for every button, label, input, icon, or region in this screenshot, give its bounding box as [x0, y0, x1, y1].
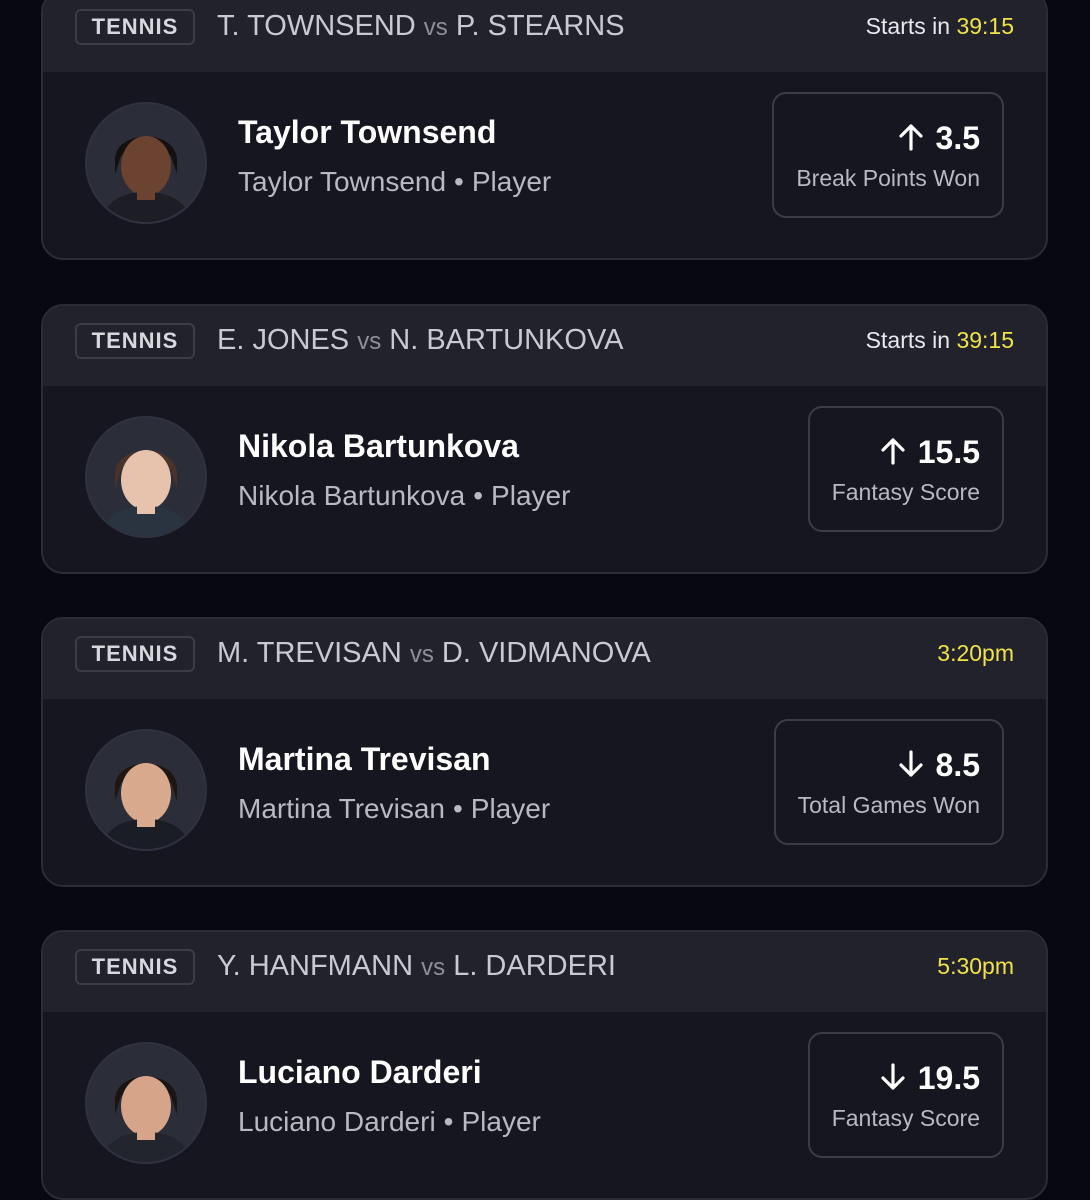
projection-line: 3.5 — [796, 118, 980, 161]
matchup: E. JONES vs N. BARTUNKOVA — [217, 320, 623, 360]
line-value: 3.5 — [935, 120, 980, 156]
stat-type: Break Points Won — [796, 164, 980, 191]
player-role: Player — [470, 793, 551, 824]
vs-label: vs — [421, 954, 446, 981]
player-subtitle: Martina Trevisan • Player — [238, 793, 550, 825]
player-team: Luciano Darderi — [238, 1106, 436, 1137]
team-b-name: L. DARDERI — [453, 950, 616, 982]
start-time: Starts in 39:15 — [866, 6, 1014, 46]
projection-card[interactable]: TENNIS M. TREVISAN vs D. VIDMANOVA 3:20p… — [41, 617, 1048, 887]
start-time: Starts in 39:15 — [866, 320, 1014, 360]
separator-dot: • — [443, 1106, 454, 1137]
player-name: Taylor Townsend — [238, 114, 497, 150]
start-time-prefix: Starts in — [865, 327, 957, 353]
team-a-name: Y. HANFMANN — [217, 950, 414, 982]
projection-card[interactable]: TENNIS Y. HANFMANN vs L. DARDERI 5:30pm … — [41, 930, 1048, 1200]
projection-line-box[interactable]: 19.5 Fantasy Score — [807, 1032, 1004, 1158]
sport-badge: TENNIS — [75, 323, 195, 359]
arrow-down-icon — [880, 1061, 906, 1101]
start-time-value: 39:15 — [956, 13, 1014, 39]
matchup: Y. HANFMANN vs L. DARDERI — [217, 946, 616, 986]
player-name: Martina Trevisan — [238, 741, 491, 777]
player-subtitle: Taylor Townsend • Player — [238, 166, 551, 198]
start-time-prefix: Starts in — [865, 13, 957, 39]
team-a-name: T. TOWNSEND — [217, 10, 416, 42]
start-time-value: 39:15 — [956, 327, 1014, 353]
card-header: TENNIS M. TREVISAN vs D. VIDMANOVA 3:20p… — [43, 619, 1046, 699]
player-role: Player — [461, 1106, 541, 1137]
projection-card[interactable]: TENNIS E. JONES vs N. BARTUNKOVA Starts … — [41, 304, 1048, 574]
player-photo — [87, 418, 205, 536]
player-avatar — [85, 729, 207, 851]
player-team: Nikola Bartunkova — [238, 480, 466, 511]
arrow-down-icon — [898, 748, 924, 788]
separator-dot: • — [473, 480, 484, 511]
projection-card[interactable]: TENNIS T. TOWNSEND vs P. STEARNS Starts … — [41, 0, 1048, 260]
player-subtitle: Nikola Bartunkova • Player — [238, 480, 570, 512]
player-team: Taylor Townsend — [238, 166, 447, 197]
vs-label: vs — [423, 14, 448, 41]
player-name: Nikola Bartunkova — [238, 428, 519, 464]
projection-line-box[interactable]: 3.5 Break Points Won — [772, 92, 1004, 218]
card-header: TENNIS T. TOWNSEND vs P. STEARNS Starts … — [43, 0, 1046, 72]
player-subtitle: Luciano Darderi • Player — [238, 1106, 541, 1138]
line-value: 15.5 — [917, 434, 980, 470]
player-photo — [87, 104, 205, 222]
card-header: TENNIS Y. HANFMANN vs L. DARDERI 5:30pm — [43, 932, 1046, 1012]
arrow-up-icon — [898, 121, 924, 161]
stat-type: Fantasy Score — [831, 478, 980, 505]
stat-type: Fantasy Score — [831, 1104, 980, 1131]
player-name: Luciano Darderi — [238, 1054, 482, 1090]
card-header: TENNIS E. JONES vs N. BARTUNKOVA Starts … — [43, 306, 1046, 386]
sport-badge: TENNIS — [75, 9, 195, 45]
player-avatar — [85, 102, 207, 224]
matchup: T. TOWNSEND vs P. STEARNS — [217, 6, 625, 46]
arrow-up-icon — [880, 435, 906, 475]
player-photo — [87, 731, 205, 849]
player-role: Player — [491, 480, 571, 511]
player-photo — [87, 1044, 205, 1162]
player-role: Player — [471, 166, 552, 197]
separator-dot: • — [452, 793, 463, 824]
player-avatar — [85, 416, 207, 538]
line-value: 19.5 — [917, 1060, 980, 1096]
stat-type: Total Games Won — [797, 791, 980, 818]
vs-label: vs — [409, 641, 434, 668]
matchup: M. TREVISAN vs D. VIDMANOVA — [217, 633, 651, 673]
line-value: 8.5 — [935, 747, 980, 783]
start-time-value: 5:30pm — [937, 953, 1014, 979]
sport-badge: TENNIS — [75, 636, 195, 672]
start-time: 5:30pm — [937, 946, 1014, 986]
player-team: Martina Trevisan — [238, 793, 445, 824]
projection-line-box[interactable]: 8.5 Total Games Won — [773, 719, 1004, 845]
projection-line: 19.5 — [832, 1058, 980, 1101]
projection-line-box[interactable]: 15.5 Fantasy Score — [807, 406, 1004, 532]
projection-line: 8.5 — [798, 745, 980, 788]
team-b-name: P. STEARNS — [455, 10, 625, 42]
start-time-value: 3:20pm — [937, 640, 1014, 666]
team-b-name: D. VIDMANOVA — [441, 637, 651, 669]
sport-badge: TENNIS — [75, 949, 195, 985]
player-avatar — [85, 1042, 207, 1164]
start-time: 3:20pm — [937, 633, 1014, 673]
separator-dot: • — [454, 166, 464, 197]
team-a-name: M. TREVISAN — [217, 637, 402, 669]
team-b-name: N. BARTUNKOVA — [389, 324, 624, 356]
vs-label: vs — [357, 328, 382, 355]
team-a-name: E. JONES — [217, 324, 350, 356]
projection-line: 15.5 — [832, 432, 980, 475]
